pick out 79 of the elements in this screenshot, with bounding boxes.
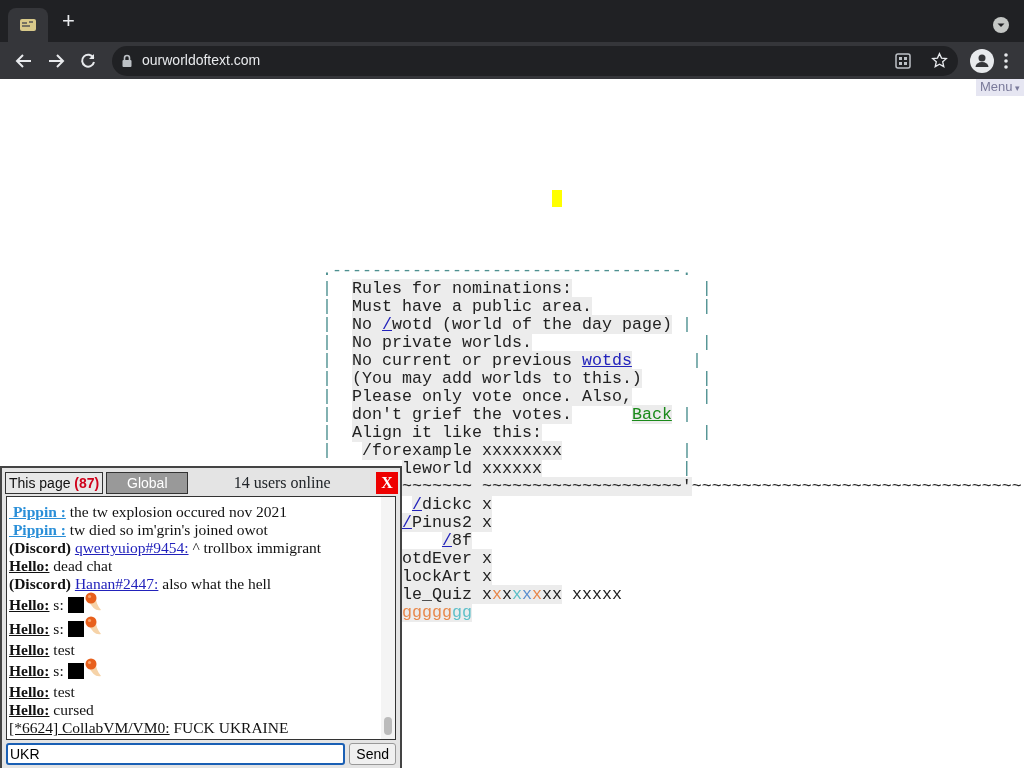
text-border: | (322, 387, 332, 406)
world-text: x (511, 585, 522, 604)
world-text: /forexample xxxxxxxx (362, 441, 562, 460)
orb-emote (83, 616, 102, 636)
chat-input[interactable]: UKR (6, 743, 346, 765)
close-button[interactable]: X (376, 471, 398, 494)
back-arrow-icon (15, 51, 33, 70)
more-options-icon[interactable] (1004, 52, 1008, 69)
world-text: x (491, 585, 502, 604)
qr-code-icon[interactable] (895, 52, 911, 69)
text-border: | (322, 279, 332, 298)
text-border: | (322, 423, 332, 442)
chat-message: Hello: test (9, 683, 75, 701)
world-text: Please only vote once. Also, (352, 387, 632, 406)
text-border: | (701, 423, 712, 442)
world-link[interactable]: / (441, 531, 452, 550)
scrollbar-track[interactable] (381, 497, 395, 739)
world-text: x (531, 585, 542, 604)
text-border: | (701, 369, 712, 388)
world-link[interactable]: / (411, 495, 422, 514)
world-link[interactable]: / (382, 315, 392, 334)
world-text: Pinus2 x (411, 513, 492, 532)
back-link[interactable]: Back (631, 405, 672, 424)
orb-emote (83, 658, 102, 678)
text-border: | (322, 441, 332, 460)
chat-message: Hello: s: (9, 596, 64, 614)
text-border: | (322, 369, 332, 388)
star-icon[interactable] (931, 52, 948, 69)
world-text: x (521, 585, 532, 604)
text-border: | (701, 297, 712, 316)
world-text: ~~~~~~~ ~~~~~~~~~~~~~~~~~~~~' (401, 477, 692, 496)
text-border: .-----------------------------------. (322, 261, 692, 280)
text-border: | (701, 387, 712, 406)
scrollbar-thumb[interactable] (384, 717, 392, 735)
chat-message: Hello: dead chat (9, 557, 113, 575)
send-button[interactable]: Send (349, 743, 396, 765)
world-text: ggggg (401, 603, 452, 622)
address-bar[interactable]: ourworldoftext.com (112, 45, 958, 76)
world-text: wotd (world of the day page) (392, 315, 672, 334)
text-border: | (701, 333, 712, 352)
chat-message: Pippin : the tw explosion occured nov 2021 (11, 503, 288, 521)
text-border: | (681, 405, 692, 424)
chat-message: (Discord) qwertyuiop#9454: ^ trollbox immigrant (9, 539, 322, 557)
world-text: xxxxx (571, 585, 622, 604)
forward-arrow-icon (47, 51, 65, 70)
text-border: | (681, 441, 692, 460)
url-text: ourworldoftext.com (142, 51, 262, 70)
text-border: | (701, 279, 712, 298)
chat-message: Hello: s: (9, 662, 64, 680)
chat-message: [*6624] CollabVM/VM0: FUCK UKRAINE (9, 719, 289, 737)
text-border: | (681, 315, 692, 334)
chat-message: Hello: cursed (9, 701, 94, 719)
world-text: x (501, 585, 512, 604)
lock-icon (122, 54, 132, 67)
world-text: Align it like this: (352, 423, 542, 442)
world-text: (You may add worlds to this.) (352, 369, 642, 388)
text-border: | (322, 405, 332, 424)
users-online-text: 14 users online (232, 472, 332, 493)
browser-tab[interactable] (8, 8, 48, 42)
text-border: | (322, 315, 332, 334)
world-text: ~~~~~~~~~~~~~~~~~~~~~~~~~~~~~~~~~ (691, 477, 1022, 496)
text-cursor (552, 190, 562, 207)
tab-search-icon[interactable] (992, 16, 1010, 34)
text-border: | (681, 459, 692, 478)
world-text: don't grief the votes. (352, 405, 572, 424)
orb-emote (83, 592, 102, 612)
chat-message: (Discord) Hanan#2447: also what the hell (9, 575, 272, 593)
chat-tab[interactable]: This page (87) (5, 471, 104, 494)
text-border: | (322, 333, 332, 352)
chat-message: Pippin : tw died so im'grin's joined owot (11, 521, 268, 539)
chat-message: Hello: s: (9, 620, 64, 638)
reload-icon (79, 51, 97, 70)
text-border: | (322, 351, 332, 370)
text-border: | (691, 351, 702, 370)
profile-icon[interactable] (970, 48, 994, 73)
text-border: | (322, 297, 332, 316)
new-tab-button[interactable]: + (60, 9, 77, 33)
world-icon (19, 17, 37, 33)
chat-message: Hello: test (9, 641, 75, 659)
